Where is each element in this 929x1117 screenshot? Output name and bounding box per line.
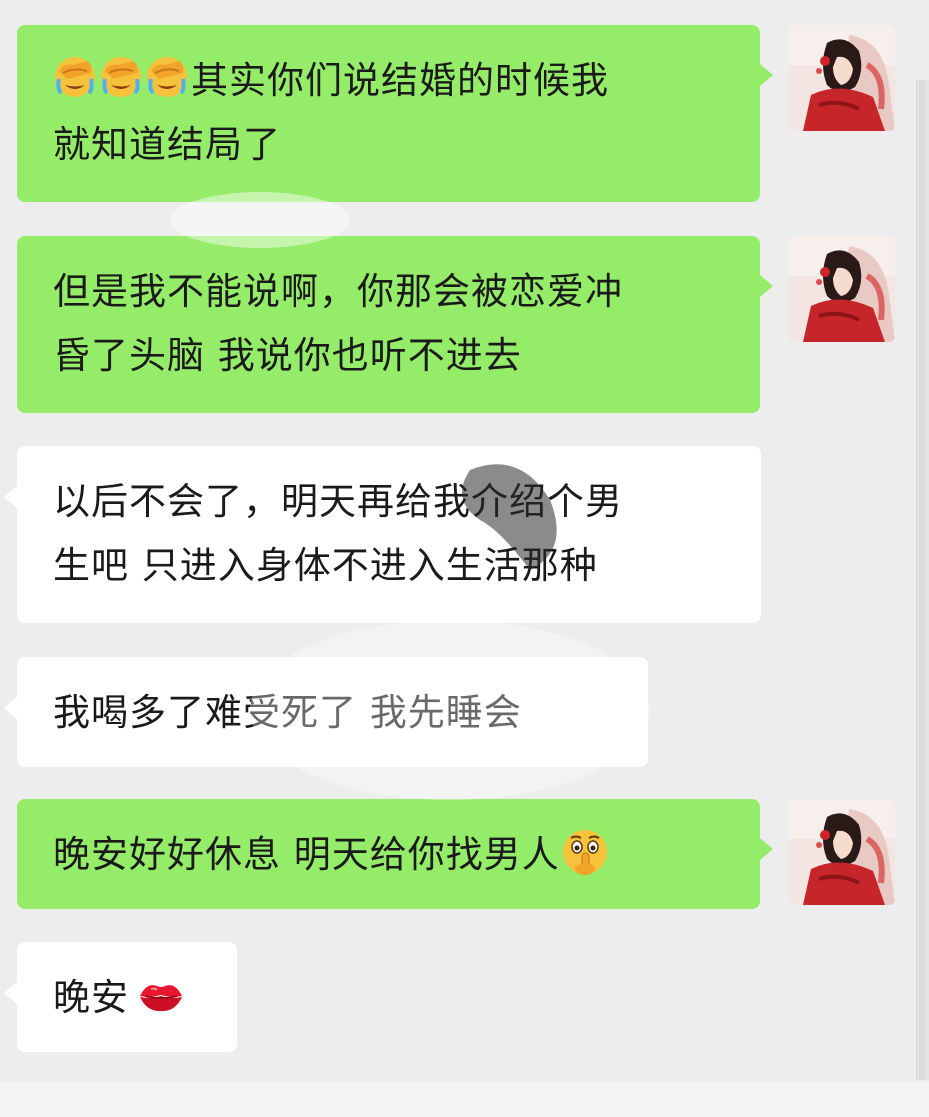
avatar[interactable]: [789, 799, 895, 905]
bubble-tail: [760, 275, 773, 297]
chat-window: 其实你们说结婚的时候我 就知道结局了 但是我不能说啊，你那会被恋爱冲 昏了头脑 …: [0, 0, 929, 1117]
message-text: 其实你们说结婚的时候我: [191, 59, 609, 102]
message-bubble-received[interactable]: 以后不会了，明天再给我介绍个男 生吧 只进入身体不进入生活那种: [17, 446, 761, 623]
message-bubble-sent[interactable]: 但是我不能说啊，你那会被恋爱冲 昏了头脑 我说你也听不进去: [17, 236, 760, 413]
avatar[interactable]: [789, 236, 895, 342]
scrollbar[interactable]: [916, 80, 929, 1080]
bubble-tail: [4, 982, 17, 1004]
message-text: 以后不会了，明天再给我介绍个男: [53, 480, 623, 523]
message-bubble-sent[interactable]: 晚安好好休息 明天给你找男人: [17, 799, 760, 909]
bubble-tail: [760, 838, 773, 860]
scrollbar-thumb[interactable]: [919, 80, 926, 1080]
shushing-face-emoji: [560, 827, 610, 877]
message-text: 昏了头脑 我说你也听不进去: [53, 334, 522, 377]
message-text: 晚安: [53, 976, 129, 1019]
message-bubble-received[interactable]: 我喝多了难受死了 我先睡会: [17, 657, 648, 767]
bubble-tail: [4, 486, 17, 508]
message-bubble-sent[interactable]: 其实你们说结婚的时候我 就知道结局了: [17, 25, 760, 202]
message-text: 我喝多了难受死了 我先睡会: [53, 691, 522, 734]
kiss-lips-emoji: [137, 976, 185, 1016]
message-text: 生吧 只进入身体不进入生活那种: [53, 544, 598, 587]
face-palm-crying-emoji: [53, 55, 97, 99]
message-bubble-received[interactable]: 晚安: [17, 942, 237, 1052]
avatar[interactable]: [789, 25, 895, 131]
message-text: 晚安好好休息 明天给你找男人: [53, 833, 560, 876]
message-text: 但是我不能说啊，你那会被恋爱冲: [53, 270, 623, 313]
input-bar-edge: [0, 1082, 929, 1117]
message-text: 就知道结局了: [53, 123, 281, 166]
bubble-tail: [4, 697, 17, 719]
face-palm-crying-emoji: [99, 55, 143, 99]
bubble-tail: [760, 64, 773, 86]
face-palm-crying-emoji: [145, 55, 189, 99]
